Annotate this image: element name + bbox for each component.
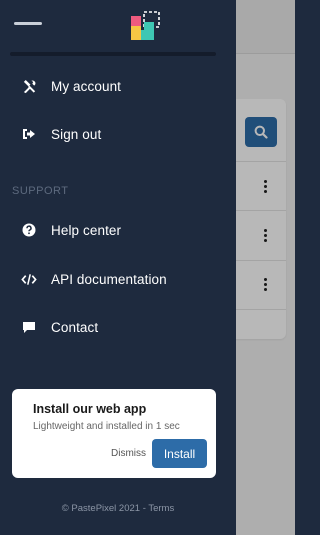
menu-item-label: Help center (51, 222, 122, 238)
menu-item-label: Contact (51, 319, 99, 335)
menu-item-help-center[interactable]: Help center (0, 210, 236, 250)
install-subtitle: Lightweight and installed in 1 sec (33, 421, 180, 432)
menu-item-sign-out[interactable]: Sign out (0, 114, 236, 154)
dismiss-button[interactable]: Dismiss (111, 448, 146, 459)
menu-item-contact[interactable]: Contact (0, 307, 236, 347)
install-button[interactable]: Install (152, 439, 207, 468)
terms-link[interactable]: Terms (148, 503, 174, 514)
footer-copyright: © PastePixel 2021 - (61, 503, 149, 514)
menu-item-my-account[interactable]: My account (0, 66, 236, 106)
menu-item-label: Sign out (51, 126, 102, 142)
drawer-header (0, 0, 236, 52)
footer: © PastePixel 2021 - Terms (0, 503, 236, 514)
section-label-support: SUPPORT (12, 185, 69, 197)
menu-item-label: My account (51, 78, 122, 94)
sign-out-icon (21, 126, 37, 142)
code-icon (21, 271, 37, 287)
tools-icon (21, 78, 37, 94)
pastepixel-logo-icon[interactable] (128, 10, 161, 43)
install-title: Install our web app (33, 402, 147, 416)
question-circle-icon (21, 222, 37, 238)
menu-toggle-icon[interactable] (14, 22, 42, 26)
menu-item-api-documentation[interactable]: API documentation (0, 259, 236, 299)
header-divider (10, 52, 216, 56)
install-app-card: Install our web app Lightweight and inst… (12, 389, 216, 478)
menu-item-label: API documentation (51, 271, 167, 287)
chat-bubble-icon (21, 319, 37, 335)
navigation-drawer: My account Sign out SUPPORT Help center (0, 0, 236, 535)
